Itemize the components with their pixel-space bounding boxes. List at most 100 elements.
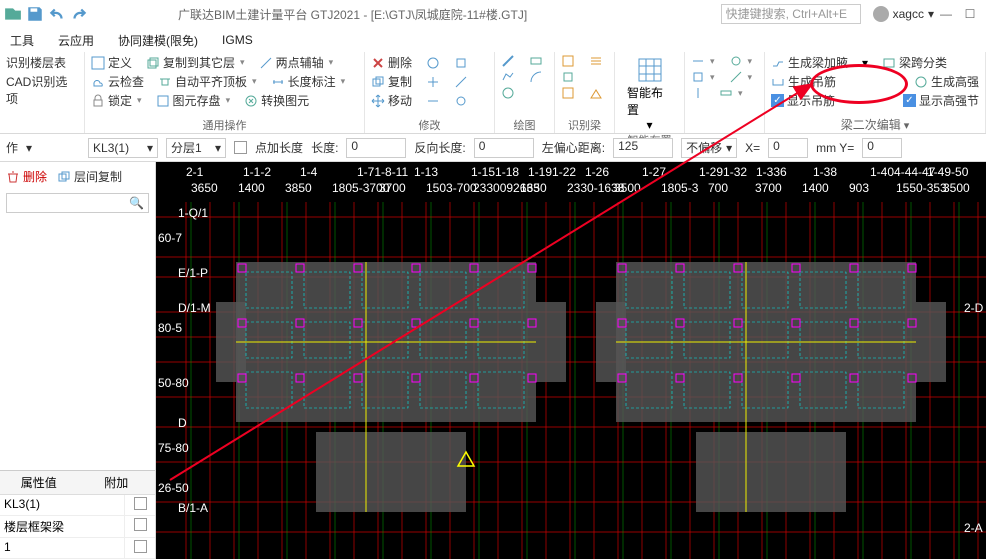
qat-redo-icon[interactable] bbox=[70, 5, 88, 23]
生成高强-button[interactable]: 生成高强 bbox=[914, 73, 979, 90]
svg-text:2-1: 2-1 bbox=[186, 165, 204, 179]
rec2-icon[interactable] bbox=[589, 54, 603, 68]
svg-text:1-4: 1-4 bbox=[300, 165, 318, 179]
长度-input[interactable]: 0 bbox=[346, 138, 406, 158]
左偏心距离-input[interactable]: 125 bbox=[613, 138, 673, 158]
删除-button[interactable]: 删除 bbox=[371, 54, 412, 71]
两点辅轴-button[interactable]: 两点辅轴▾ bbox=[259, 54, 334, 71]
menu-igms[interactable]: IGMS bbox=[222, 33, 253, 47]
云检查-button[interactable]: 云检查 bbox=[91, 73, 144, 90]
智能布置-label[interactable]: 智能布置 bbox=[627, 84, 672, 118]
转换图元-button[interactable]: 转换图元 bbox=[244, 92, 309, 109]
识别楼层表-button[interactable]: 识别楼层表 bbox=[6, 54, 78, 71]
qat-save-icon[interactable] bbox=[26, 5, 44, 23]
点加长度-checkbox[interactable] bbox=[234, 141, 247, 154]
sidebar-search[interactable]: 🔍 bbox=[6, 193, 149, 213]
search-icon: 🔍 bbox=[129, 196, 144, 210]
extra4-icon[interactable] bbox=[454, 75, 468, 89]
svg-text:1-191-22: 1-191-22 bbox=[528, 165, 576, 179]
a6-icon[interactable]: ▾ bbox=[719, 86, 743, 100]
menu-collab[interactable]: 协同建模(限免) bbox=[118, 32, 198, 49]
智能布置-icon[interactable] bbox=[636, 56, 664, 84]
svg-text:700: 700 bbox=[708, 181, 728, 195]
层间复制-button[interactable]: 层间复制 bbox=[57, 168, 122, 185]
a2-icon[interactable]: ▾ bbox=[729, 54, 753, 68]
定义-button[interactable]: 定义 bbox=[91, 54, 132, 71]
svg-text:E/1-P: E/1-P bbox=[178, 266, 208, 280]
props-header-value: 属性值 bbox=[0, 471, 78, 495]
drawing-canvas[interactable]: 2-11-1-21-41-71-8-111-131-151-181-191-22… bbox=[156, 162, 986, 559]
svg-text:1-336: 1-336 bbox=[756, 165, 787, 179]
svg-text:1-71-8-11: 1-71-8-11 bbox=[357, 165, 408, 179]
svg-text:1805-3: 1805-3 bbox=[661, 181, 699, 195]
svg-text:1400: 1400 bbox=[802, 181, 829, 195]
移动-button[interactable]: 移动 bbox=[371, 92, 412, 109]
svg-text:75-80: 75-80 bbox=[158, 441, 189, 455]
a1-icon[interactable]: ▾ bbox=[691, 54, 715, 68]
draw-rect-icon[interactable] bbox=[529, 54, 543, 68]
panel-label-通用操作: 通用操作 bbox=[91, 117, 358, 133]
cad识别选项-button[interactable]: CAD识别选项 bbox=[6, 73, 78, 107]
长度-label: 长度: bbox=[311, 139, 338, 156]
svg-text:1-Q/1: 1-Q/1 bbox=[178, 206, 208, 220]
draw-line-icon[interactable] bbox=[501, 54, 515, 68]
svg-text:1-1-2: 1-1-2 bbox=[243, 165, 271, 179]
svg-text:3700: 3700 bbox=[379, 181, 406, 195]
svg-text:D: D bbox=[178, 416, 187, 430]
svg-text:1550-353: 1550-353 bbox=[896, 181, 947, 195]
maximize-button[interactable]: ☐ bbox=[958, 7, 982, 21]
property-row[interactable]: KL3(1) bbox=[0, 495, 155, 516]
avatar[interactable] bbox=[873, 6, 889, 22]
svg-text:903: 903 bbox=[849, 181, 869, 195]
extra6-icon[interactable] bbox=[454, 94, 468, 108]
layer-select[interactable]: 分层1▾ bbox=[166, 138, 226, 158]
反向长度-input[interactable]: 0 bbox=[474, 138, 534, 158]
x-input[interactable]: 0 bbox=[768, 138, 808, 158]
menu-cloud[interactable]: 云应用 bbox=[58, 32, 94, 49]
panel-label-修改: 修改 bbox=[371, 117, 488, 133]
自动平齐顶板-button[interactable]: 自动平齐顶板▾ bbox=[158, 73, 257, 90]
长度标注-button[interactable]: 长度标注▾ bbox=[271, 73, 346, 90]
复制-button[interactable]: 复制 bbox=[371, 73, 412, 90]
svg-text:D/1-M: D/1-M bbox=[178, 301, 211, 315]
svg-text:1-151-18: 1-151-18 bbox=[471, 165, 519, 179]
annotation-circle bbox=[810, 64, 908, 104]
minimize-button[interactable]: — bbox=[934, 7, 958, 21]
svg-text:2-D: 2-D bbox=[964, 301, 984, 315]
extra2-icon[interactable] bbox=[454, 56, 468, 70]
property-row[interactable]: 1 bbox=[0, 538, 155, 559]
svg-text:B/1-A: B/1-A bbox=[178, 501, 208, 515]
不偏移-select[interactable]: 不偏移▾ bbox=[681, 138, 737, 158]
svg-text:1-291-32: 1-291-32 bbox=[699, 165, 747, 179]
extra1-icon[interactable] bbox=[426, 56, 440, 70]
显示高强节-checkbox[interactable]: ✓显示高强节 bbox=[903, 92, 979, 109]
复制到其它层-button[interactable]: 复制到其它层▾ bbox=[146, 54, 245, 71]
draw-poly-icon[interactable] bbox=[501, 70, 515, 84]
a4-icon[interactable]: ▾ bbox=[729, 70, 753, 84]
extra5-icon[interactable] bbox=[426, 94, 440, 108]
panel-label-绘图: 绘图 bbox=[501, 117, 548, 133]
property-row[interactable]: 楼层框架梁 bbox=[0, 516, 155, 538]
qat-undo-icon[interactable] bbox=[48, 5, 66, 23]
draw-c-icon[interactable] bbox=[501, 86, 515, 100]
锁定-button[interactable]: 锁定▾ bbox=[91, 92, 142, 109]
svg-text:50-80: 50-80 bbox=[158, 376, 189, 390]
svg-text:1503-700: 1503-700 bbox=[426, 181, 477, 195]
a5-icon[interactable] bbox=[691, 86, 705, 100]
draw-arc-icon[interactable] bbox=[529, 70, 543, 84]
rec5-icon[interactable] bbox=[589, 86, 603, 100]
rec1-icon[interactable] bbox=[561, 54, 575, 68]
username[interactable]: xagcc bbox=[893, 7, 924, 21]
menu-tools[interactable]: 工具 bbox=[10, 32, 34, 49]
extra3-icon[interactable] bbox=[426, 75, 440, 89]
图元存盘-button[interactable]: 图元存盘▾ bbox=[156, 92, 231, 109]
shortcut-search[interactable]: 快捷键搜索, Ctrl+Alt+E bbox=[721, 4, 861, 24]
y-input[interactable]: 0 bbox=[862, 138, 902, 158]
rec4-icon[interactable] bbox=[561, 86, 575, 100]
删除-sidebar-button[interactable]: 删除 bbox=[6, 168, 47, 185]
a3-icon[interactable]: ▾ bbox=[691, 70, 715, 84]
rec3-icon[interactable] bbox=[561, 70, 575, 84]
qat-open-icon[interactable] bbox=[4, 5, 22, 23]
svg-text:60-7: 60-7 bbox=[158, 231, 182, 245]
component-select[interactable]: KL3(1)▾ bbox=[88, 138, 158, 158]
